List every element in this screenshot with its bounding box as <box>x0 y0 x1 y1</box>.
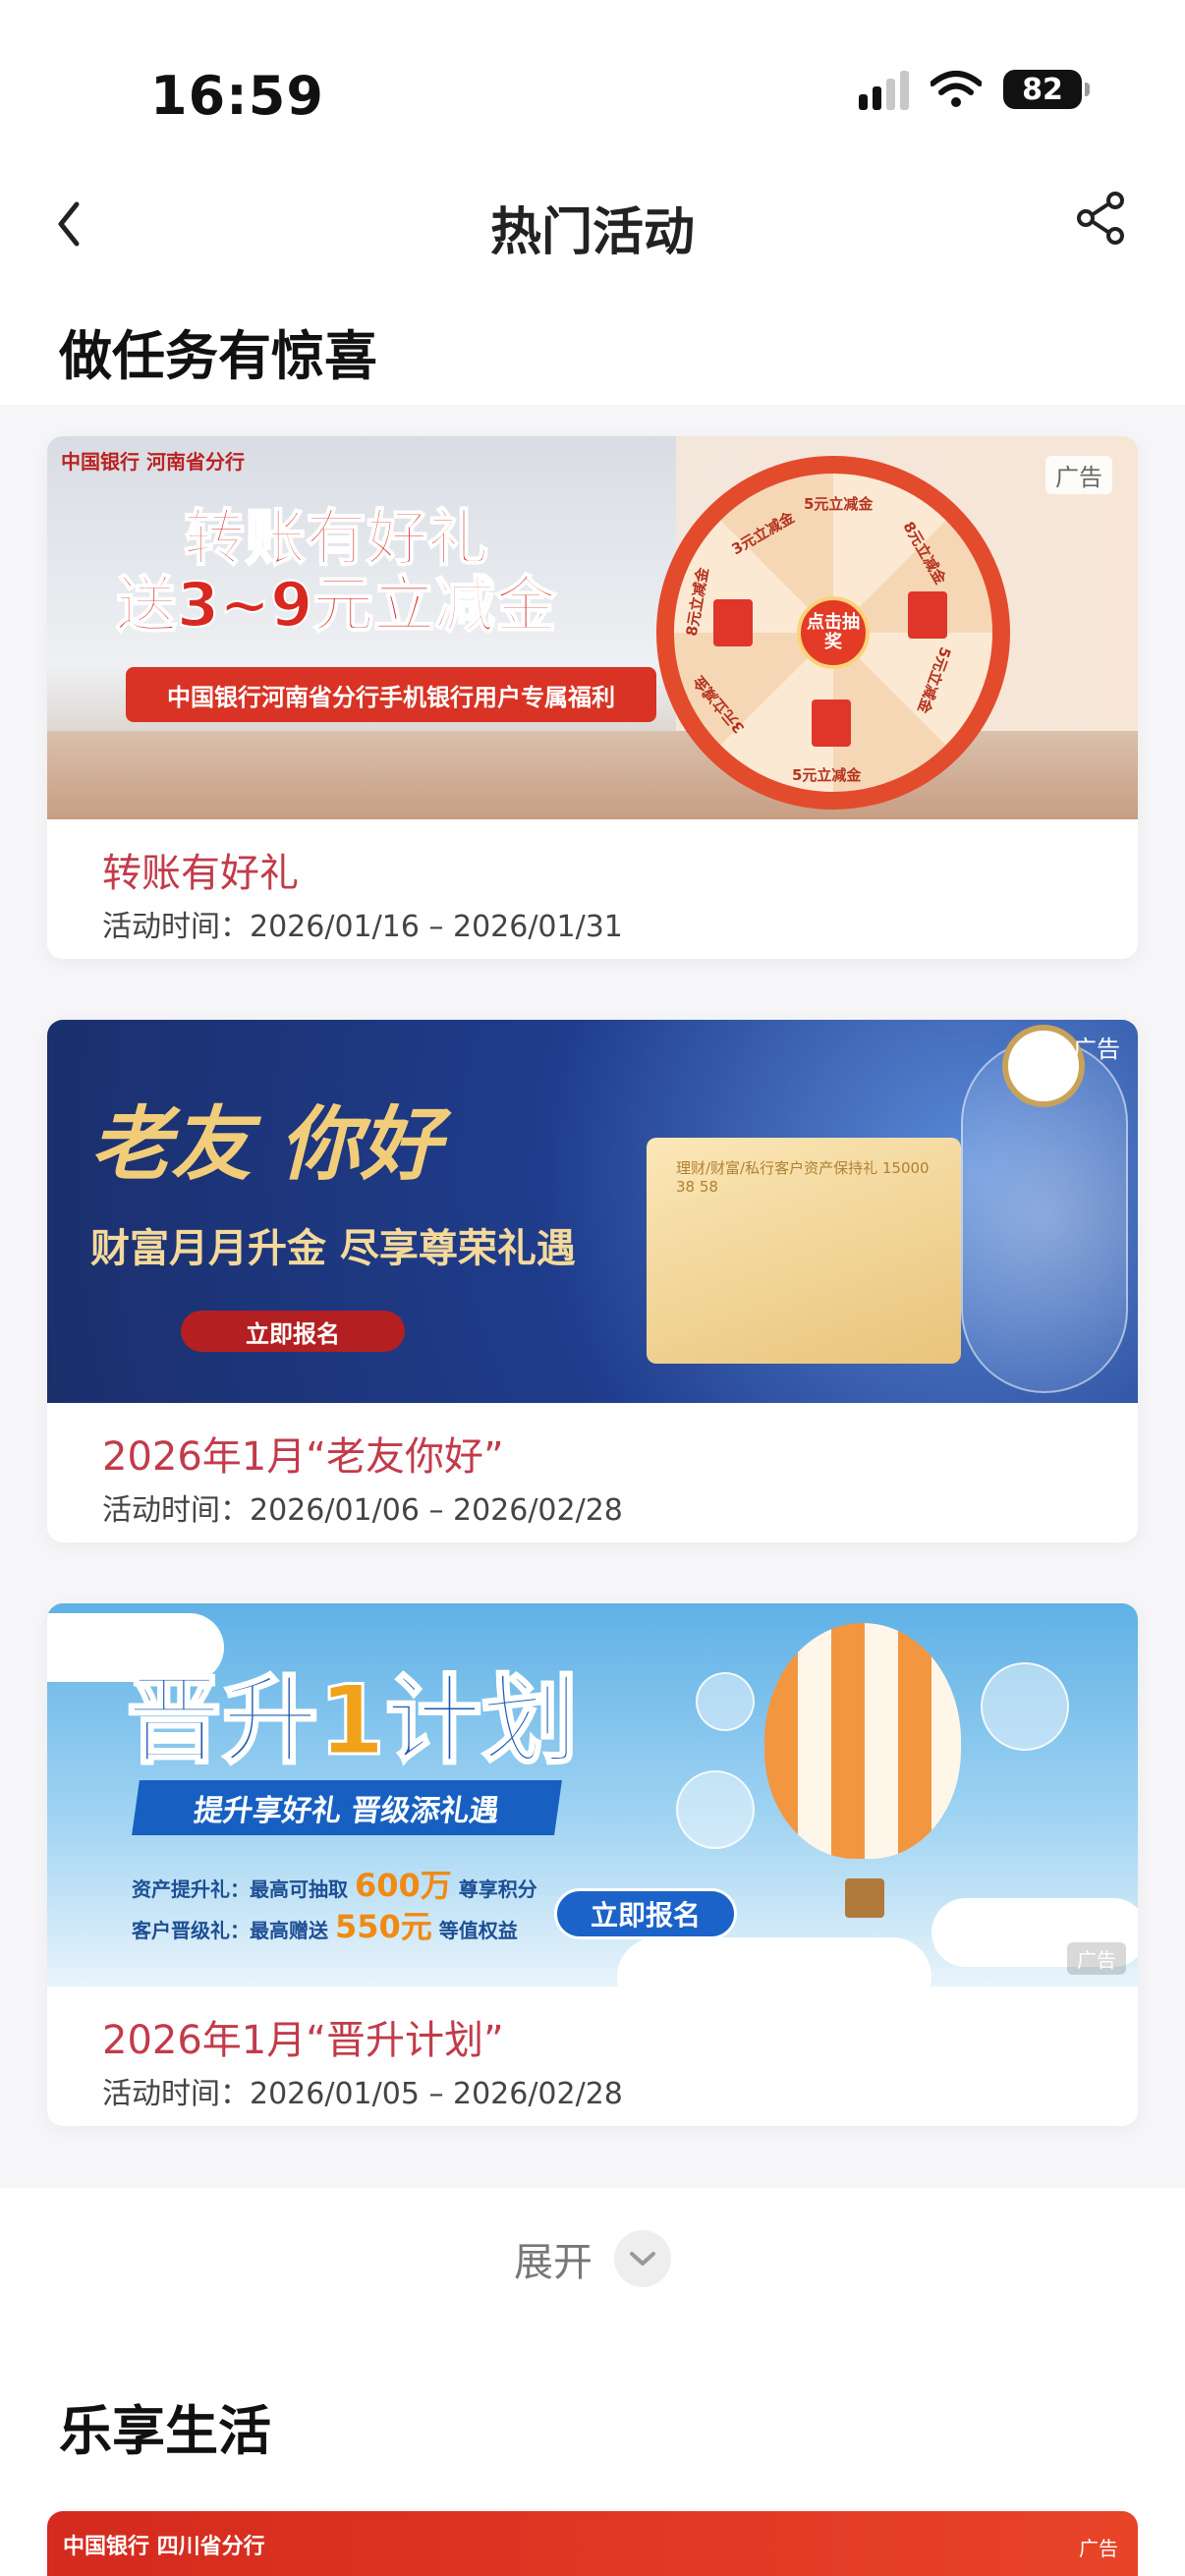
banner-line-2: 送3~9元立减金 <box>115 569 557 642</box>
status-bar: 16:59 82 <box>0 0 1185 187</box>
activity-time: 活动时间：2026/01/06 – 2026/02/28 <box>102 1493 623 1528</box>
wheel-label: 8元立减金 <box>682 566 712 638</box>
wheel-label: 5元立减金 <box>914 644 955 716</box>
banner-line-asset: 资产提升礼：最高可抽取 600万 尊享积分 <box>132 1861 537 1906</box>
banner-floor-bg <box>47 731 1138 819</box>
activity-title: 转账有好礼 <box>102 851 299 896</box>
signup-button[interactable]: 立即报名 <box>554 1888 737 1939</box>
activity-time: 活动时间：2026/01/16 – 2026/01/31 <box>102 910 623 944</box>
activity-title: 2026年1月“晋升计划” <box>102 2018 504 2063</box>
banner-headline: 老友 你好 <box>90 1097 441 1192</box>
ad-tag: 广告 <box>1045 456 1112 494</box>
headline-part: 计划 <box>384 1664 580 1779</box>
signal-icon <box>859 69 909 110</box>
chevron-down-icon <box>614 2230 671 2287</box>
envelope-note: 理财/财富/私行客户资产保持礼 15000 38 58 <box>676 1159 930 1196</box>
banner-strip: 提升享好礼 晋级添礼遇 <box>132 1780 562 1835</box>
section-title-tasks: 做任务有惊喜 <box>59 325 377 387</box>
red-envelope-icon <box>812 700 851 747</box>
banner-line-upgrade: 客户晋级礼：最高赠送 550元 等值权益 <box>132 1902 518 1947</box>
arrow-up-icon <box>696 1672 755 1731</box>
battery-indicator: 82 <box>1003 70 1090 109</box>
signup-button[interactable]: 立即报名 <box>181 1311 405 1352</box>
ad-tag: 广告 <box>1073 1036 1120 1063</box>
banner-line-1: 转账有好礼 <box>183 502 489 574</box>
bank-logo: 中国银行 四川省分行 <box>63 2535 265 2559</box>
line-text: 等值权益 <box>438 1919 518 1942</box>
headline-part: 1 <box>317 1664 387 1779</box>
nav-bar: 热门活动 <box>0 167 1185 275</box>
balloon-graphic <box>764 1623 961 1859</box>
wheel-label: 3元立减金 <box>728 508 798 559</box>
status-time: 16:59 <box>150 65 324 127</box>
red-envelope-icon <box>713 599 753 646</box>
line-text: 尊享积分 <box>458 1877 537 1901</box>
page-title: 热门活动 <box>489 203 695 262</box>
banner-subtitle: 财富月月升金 尽享尊荣礼遇 <box>90 1226 576 1271</box>
line-highlight: 600万 <box>354 1867 452 1904</box>
wheel-label: 8元立减金 <box>899 518 950 588</box>
wheel-label: 3元立减金 <box>690 672 749 737</box>
activity-time: 活动时间：2026/01/05 – 2026/02/28 <box>102 2077 623 2111</box>
section-title-life: 乐享生活 <box>59 2400 271 2462</box>
draw-button[interactable]: 点击抽奖 <box>797 596 870 669</box>
coins-icon <box>676 1770 755 1849</box>
expand-label: 展开 <box>514 2240 592 2285</box>
activity-banner[interactable]: 中国银行 河南省分行 转账有好礼 送3~9元立减金 中国银行河南省分行手机银行用… <box>47 436 1138 819</box>
line-highlight: 550元 <box>334 1908 432 1945</box>
share-icon[interactable] <box>1072 189 1131 248</box>
line-text: 客户晋级礼：最高赠送 <box>132 1919 328 1942</box>
activity-card-promotion[interactable]: 晋升1计划 提升享好礼 晋级添礼遇 资产提升礼：最高可抽取 600万 尊享积分 … <box>47 1603 1138 2126</box>
gift-icon <box>981 1662 1069 1751</box>
balloon-basket <box>845 1878 884 1918</box>
banner-ribbon: 中国银行河南省分行手机银行用户专属福利 <box>126 667 656 722</box>
wheel-label: 5元立减金 <box>792 766 862 784</box>
activity-card-old-friend[interactable]: 老友 你好 财富月月升金 尽享尊荣礼遇 立即报名 理财/财富/私行客户资产保持礼… <box>47 1020 1138 1542</box>
activity-banner[interactable]: 老友 你好 财富月月升金 尽享尊荣礼遇 立即报名 理财/财富/私行客户资产保持礼… <box>47 1020 1138 1403</box>
banner-headline: 转账有好礼 送3~9元立减金 <box>115 502 557 642</box>
ad-tag: 广告 <box>1079 2537 1118 2560</box>
headline-part: 晋升 <box>124 1664 319 1779</box>
activity-banner[interactable]: 晋升1计划 提升享好礼 晋级添礼遇 资产提升礼：最高可抽取 600万 尊享积分 … <box>47 1603 1138 1987</box>
banner-headline: 晋升1计划 <box>124 1643 580 1782</box>
ad-tag: 广告 <box>1067 1942 1126 1975</box>
activity-card-transfer[interactable]: 中国银行 河南省分行 转账有好礼 送3~9元立减金 中国银行河南省分行手机银行用… <box>47 436 1138 959</box>
bank-logo: 中国银行 河南省分行 <box>61 450 245 474</box>
wifi-icon <box>931 71 982 107</box>
red-envelope-icon <box>908 591 947 639</box>
cloud-graphic <box>617 1937 931 1987</box>
activity-card-life[interactable]: 中国银行 四川省分行 广告 <box>47 2511 1138 2576</box>
line-text: 资产提升礼：最高可抽取 <box>132 1877 348 1901</box>
lottery-wheel: 5元立减金 8元立减金 3元立减金 5元立减金 5元立减金 8元立减金 3元立减… <box>656 456 1010 810</box>
expand-button[interactable]: 展开 <box>0 2230 1185 2287</box>
wheel-label: 5元立减金 <box>804 495 874 513</box>
activity-title: 2026年1月“老友你好” <box>102 1434 504 1480</box>
status-icons: 82 <box>859 69 1090 110</box>
